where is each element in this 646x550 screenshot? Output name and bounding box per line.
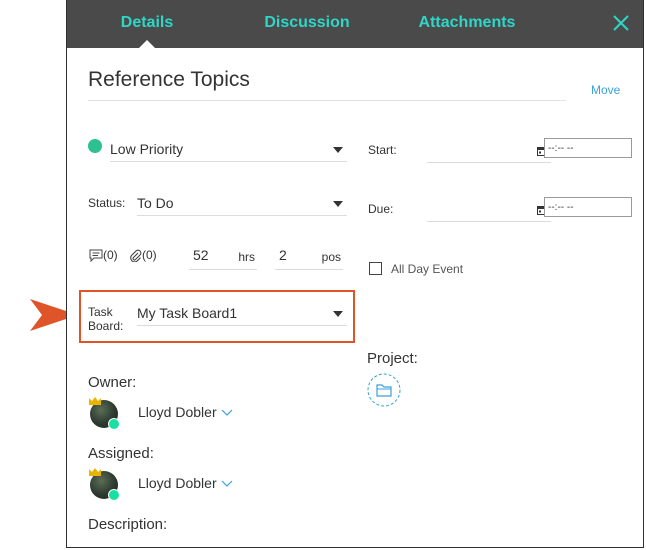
due-date-input[interactable] [427, 197, 551, 222]
move-link[interactable]: Move [591, 83, 620, 97]
due-time-input[interactable]: --:-- -- [544, 197, 632, 217]
task-board-label: Task Board: [88, 305, 123, 333]
points-input[interactable]: 2 pos [275, 241, 343, 270]
crown-icon [89, 468, 101, 476]
owner-label: Owner: [88, 374, 137, 391]
task-title[interactable]: Reference Topics [88, 68, 566, 101]
assignee-avatar[interactable] [88, 468, 120, 501]
comments-count-value: (0) [103, 248, 118, 262]
active-tab-indicator [139, 40, 155, 48]
project-label: Project: [367, 350, 418, 367]
comment-icon [89, 249, 103, 263]
tab-attachments[interactable]: Attachments [407, 0, 527, 48]
attachments-count-value: (0) [142, 248, 157, 262]
comments-count[interactable]: (0) [89, 248, 118, 263]
tab-discussion[interactable]: Discussion [252, 0, 362, 48]
task-details-panel: Details Discussion Attachments Reference… [66, 0, 644, 548]
chevron-down-icon [333, 311, 343, 317]
assigned-label: Assigned: [88, 445, 154, 462]
chevron-down-icon[interactable] [221, 480, 233, 488]
chevron-down-icon [333, 147, 343, 153]
priority-color-dot [88, 139, 102, 153]
paperclip-icon [130, 249, 142, 263]
start-label: Start: [368, 143, 397, 157]
points-value: 2 [279, 247, 287, 263]
priority-value: Low Priority [110, 141, 184, 157]
start-time-input[interactable]: --:-- -- [544, 138, 632, 158]
all-day-label: All Day Event [391, 262, 464, 276]
online-status-icon [108, 489, 120, 501]
hours-value: 52 [193, 247, 209, 263]
status-value: To Do [137, 195, 174, 211]
owner-avatar[interactable] [88, 397, 120, 430]
attachments-count[interactable]: (0) [129, 248, 157, 263]
all-day-checkbox[interactable] [369, 262, 382, 275]
task-board-label-line1: Task [88, 305, 113, 319]
close-icon[interactable] [612, 14, 630, 32]
status-label: Status: [88, 196, 126, 210]
tab-bar: Details Discussion Attachments [67, 0, 643, 48]
task-board-value: My Task Board1 [137, 305, 238, 321]
points-unit: pos [321, 250, 341, 264]
due-label: Due: [368, 202, 394, 216]
status-dropdown[interactable]: To Do [137, 187, 347, 216]
task-board-label-line2: Board: [88, 319, 124, 333]
owner-name[interactable]: Lloyd Dobler [138, 404, 217, 420]
task-board-dropdown[interactable]: My Task Board1 [137, 297, 347, 326]
chevron-down-icon[interactable] [221, 409, 233, 417]
priority-dropdown[interactable]: Low Priority [110, 133, 347, 162]
folder-icon[interactable] [367, 373, 401, 407]
start-date-input[interactable] [427, 138, 551, 163]
description-label: Description: [88, 516, 168, 533]
assignee-name[interactable]: Lloyd Dobler [138, 475, 217, 491]
hours-unit: hrs [238, 250, 255, 264]
crown-icon [89, 397, 101, 405]
chevron-down-icon [333, 201, 343, 207]
hours-input[interactable]: 52 hrs [189, 241, 257, 270]
online-status-icon [108, 418, 120, 430]
